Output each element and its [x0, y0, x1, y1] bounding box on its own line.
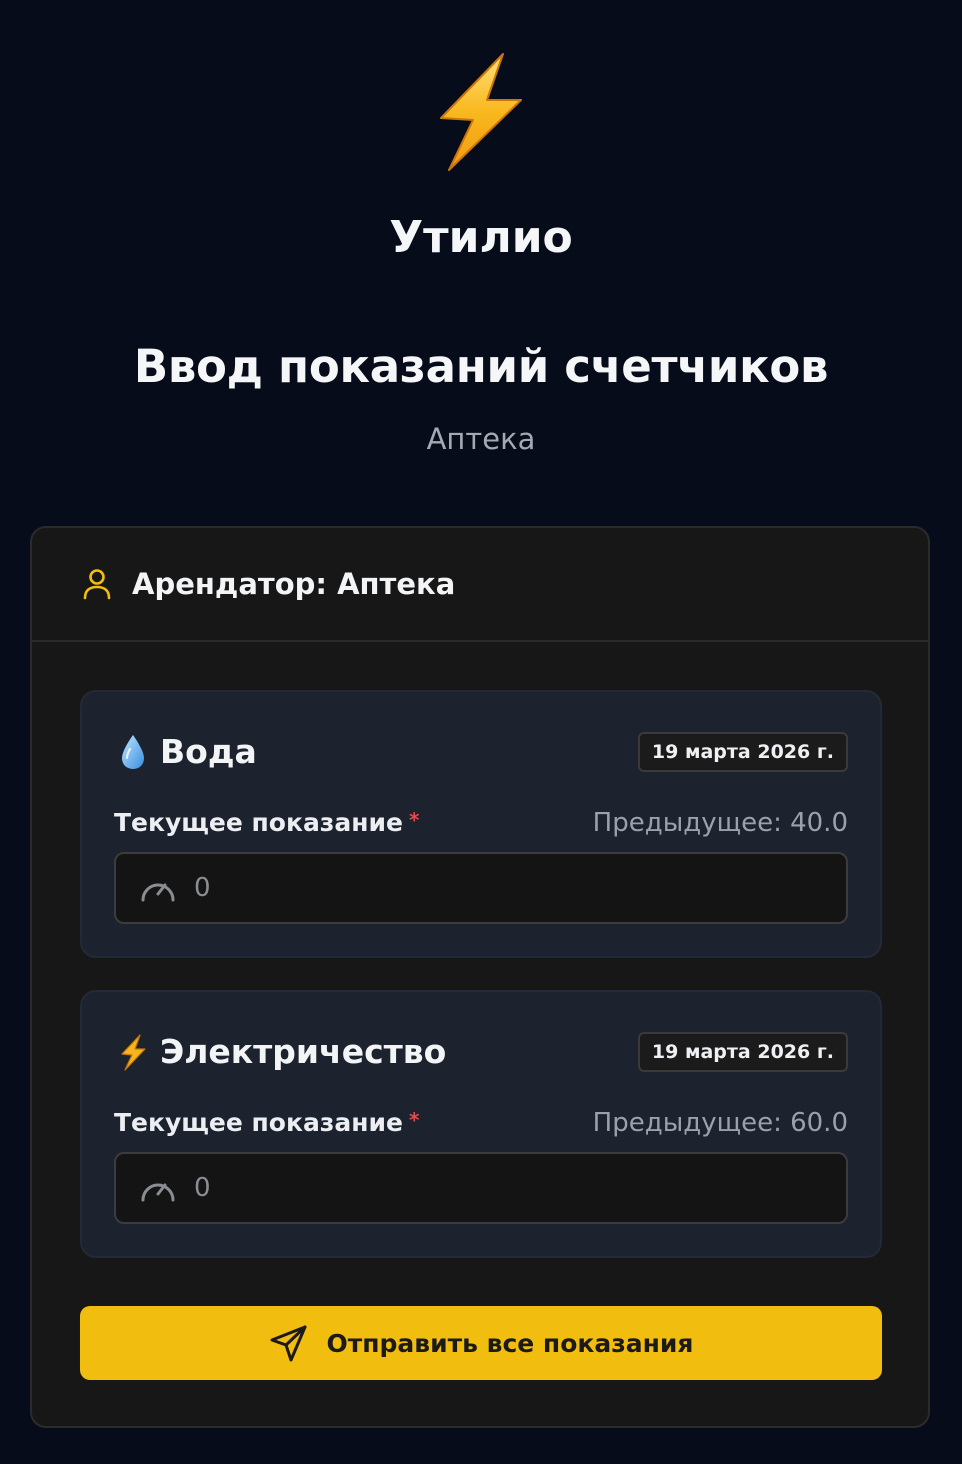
current-reading-label: Текущее показание * — [114, 808, 419, 837]
card-header: Арендатор: Аптека — [32, 528, 928, 642]
gauge-icon — [141, 883, 175, 902]
gauge-icon — [141, 1183, 175, 1202]
page-title: Ввод показаний счетчиков — [133, 340, 829, 393]
current-reading-label-text: Текущее показание — [114, 808, 403, 837]
reading-date-badge: 19 марта 2026 г. — [637, 1032, 848, 1072]
previous-reading: Предыдущее: 60.0 — [592, 1108, 848, 1138]
tenant-title: Арендатор: Аптека — [132, 567, 456, 601]
submit-button-label: Отправить все показания — [326, 1328, 694, 1358]
submit-all-readings-button[interactable]: Отправить все показания — [80, 1306, 882, 1380]
reading-date-badge: 19 марта 2026 г. — [637, 732, 848, 772]
current-reading-label-text: Текущее показание — [114, 1108, 403, 1137]
water-reading-input[interactable] — [194, 854, 814, 922]
user-icon — [83, 569, 111, 600]
required-mark: * — [408, 1108, 420, 1132]
readings-card: Арендатор: Аптека Вода 19 марта 2026 г. … — [30, 526, 930, 1428]
water-drop-icon — [122, 735, 144, 769]
send-icon — [270, 1325, 307, 1362]
page-subtitle: Аптека — [426, 422, 536, 456]
page: Утилио Ввод показаний счетчиков Аптека А… — [0, 0, 962, 1464]
meter-name-water: Вода — [160, 732, 257, 771]
meter-card-water: Вода 19 марта 2026 г. Текущее показание *… — [80, 690, 882, 958]
required-mark: * — [408, 808, 420, 832]
reading-input-wrapper[interactable] — [114, 852, 848, 924]
lightning-icon — [121, 1034, 146, 1071]
meter-card-electricity: Электричество 19 марта 2026 г. Текущее п… — [80, 990, 882, 1258]
brand-name: Утилио — [389, 212, 573, 263]
electricity-reading-input[interactable] — [194, 1154, 814, 1222]
previous-reading: Предыдущее: 40.0 — [592, 808, 848, 838]
current-reading-label: Текущее показание * — [114, 1108, 419, 1137]
meter-name-electricity: Электричество — [160, 1032, 447, 1071]
lightning-bolt-icon — [440, 53, 522, 171]
reading-input-wrapper[interactable] — [114, 1152, 848, 1224]
